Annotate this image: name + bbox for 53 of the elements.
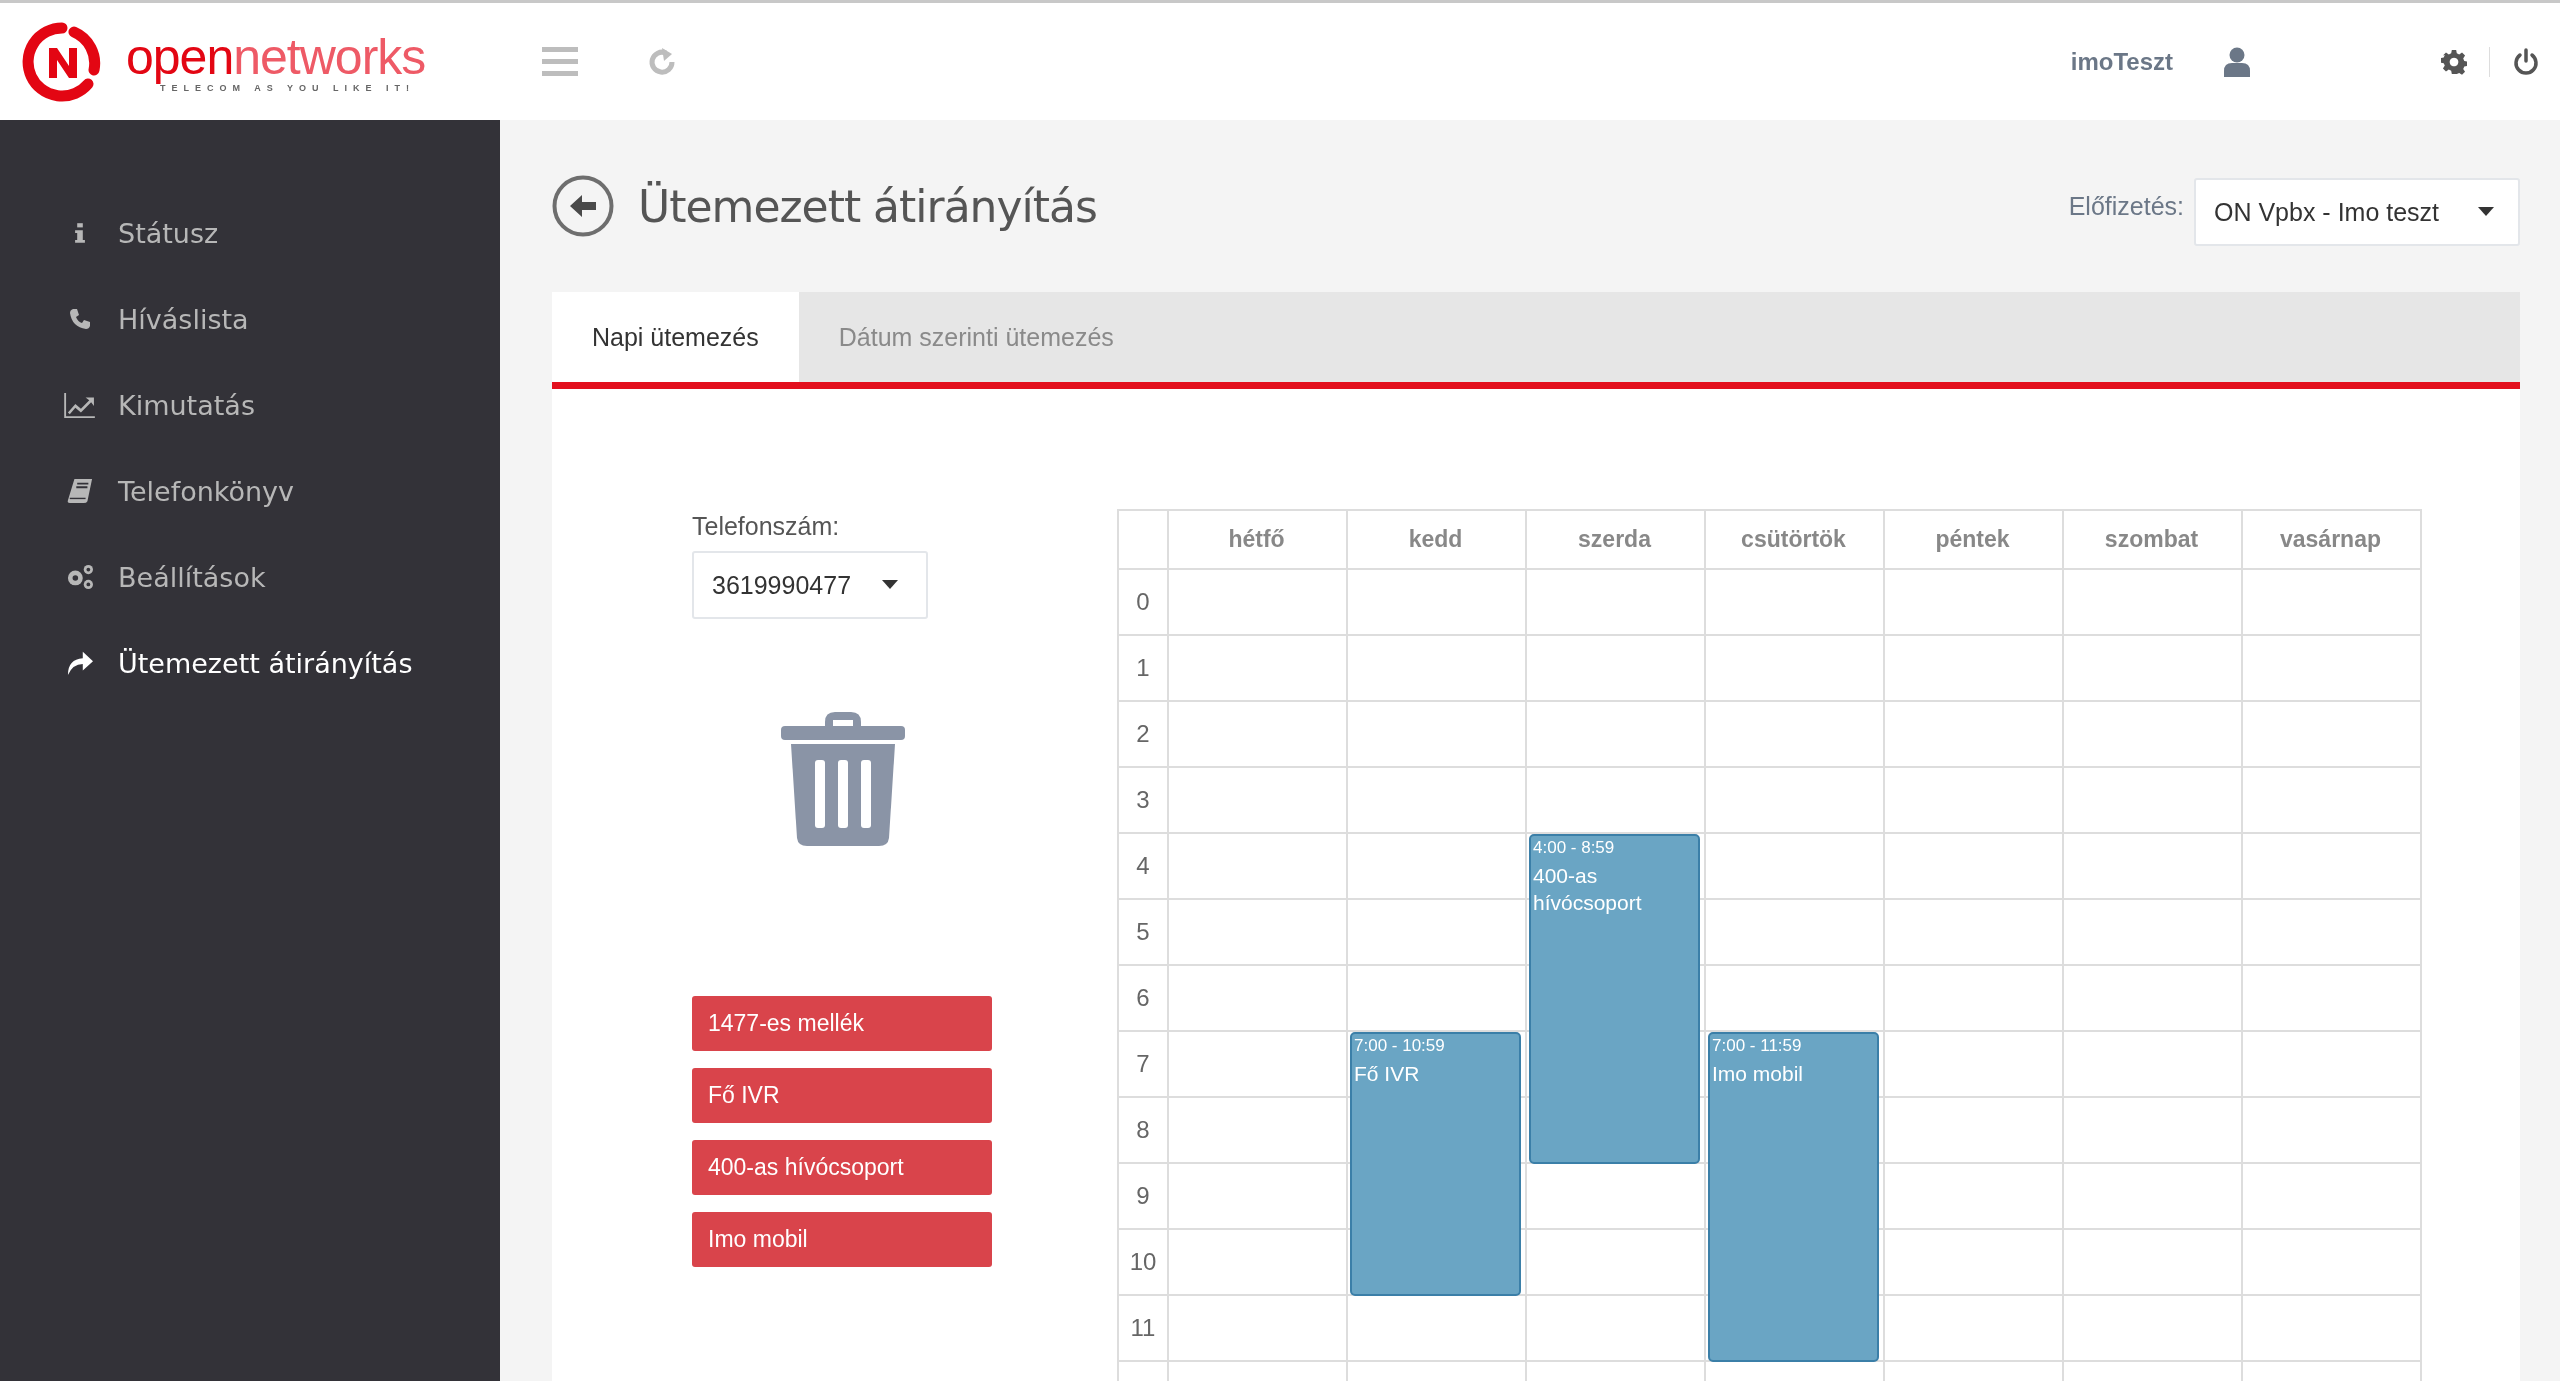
event-title: Fő IVR	[1354, 1061, 1421, 1087]
hour-label: 3	[1135, 785, 1151, 815]
settings-icon[interactable]	[2441, 48, 2467, 75]
back-icon[interactable]	[552, 175, 614, 237]
event-time: 7:00 - 10:59	[1354, 1036, 1446, 1056]
event-time: 7:00 - 11:59	[1712, 1036, 1803, 1056]
power-icon[interactable]	[2512, 47, 2540, 76]
trash-icon[interactable]	[781, 710, 905, 846]
hour-label: 4	[1135, 851, 1151, 881]
sidebar-item[interactable]: Telefonkönyv	[0, 448, 500, 534]
tab[interactable]: Napi ütemezés	[552, 292, 799, 382]
target-chip[interactable]: 1477-es mellék	[692, 996, 992, 1051]
chart-icon	[64, 392, 96, 418]
logo-icon	[22, 21, 102, 102]
hour-label: 10	[1128, 1247, 1158, 1277]
user-icon[interactable]	[2223, 46, 2251, 77]
sidebar-item[interactable]: Kimutatás	[0, 362, 500, 448]
day-header: szerda	[1577, 525, 1653, 554]
sidebar-item[interactable]: Híváslista	[0, 276, 500, 362]
day-header: kedd	[1407, 525, 1464, 554]
sidebar-item[interactable]: Beállítások	[0, 534, 500, 620]
subscription-label: Előfizetés:	[2068, 191, 2184, 221]
day-header: péntek	[1934, 525, 2011, 554]
hour-label: 1	[1135, 653, 1151, 683]
hour-label: 2	[1135, 719, 1151, 749]
logo-wordmark: opennetworks	[126, 30, 426, 83]
caret-icon	[2478, 207, 2494, 217]
username[interactable]: imoTeszt	[2070, 47, 2173, 76]
page-title: Ütemezett átirányítás	[638, 180, 1097, 232]
phone-number-dropdown[interactable]: 3619990477	[692, 551, 928, 619]
sidebar-item[interactable]: Státusz	[0, 190, 500, 276]
hour-label: 7	[1135, 1049, 1151, 1079]
day-header: csütörtök	[1740, 525, 1847, 554]
hour-label: 8	[1135, 1115, 1151, 1145]
logo-tagline: TELECOM AS YOU LIKE IT!	[160, 82, 416, 93]
day-header: szombat	[2103, 525, 2200, 554]
target-chip[interactable]: 400-as hívócsoport	[692, 1140, 992, 1195]
event-title: Imo mobil	[1712, 1061, 1805, 1087]
target-chip[interactable]: Fő IVR	[692, 1068, 992, 1123]
hour-label: 6	[1135, 983, 1151, 1013]
sidebar-item[interactable]: Ütemezett átirányítás	[0, 620, 500, 706]
target-chip[interactable]: Imo mobil	[692, 1212, 992, 1267]
caret-icon	[882, 580, 898, 590]
hour-label: 9	[1135, 1181, 1151, 1211]
day-header: vasárnap	[2279, 525, 2382, 554]
hour-label: 0	[1135, 587, 1151, 617]
subscription-dropdown[interactable]: ON Vpbx - Imo teszt	[2194, 178, 2520, 246]
phone-number-label: Telefonszám:	[692, 512, 840, 541]
event-title: 400-as hívócsoport	[1533, 863, 1643, 916]
hour-label: 11	[1129, 1313, 1157, 1343]
event-time: 4:00 - 8:59	[1533, 838, 1616, 858]
day-header: hétfő	[1227, 525, 1286, 554]
hour-label: 5	[1135, 917, 1151, 947]
